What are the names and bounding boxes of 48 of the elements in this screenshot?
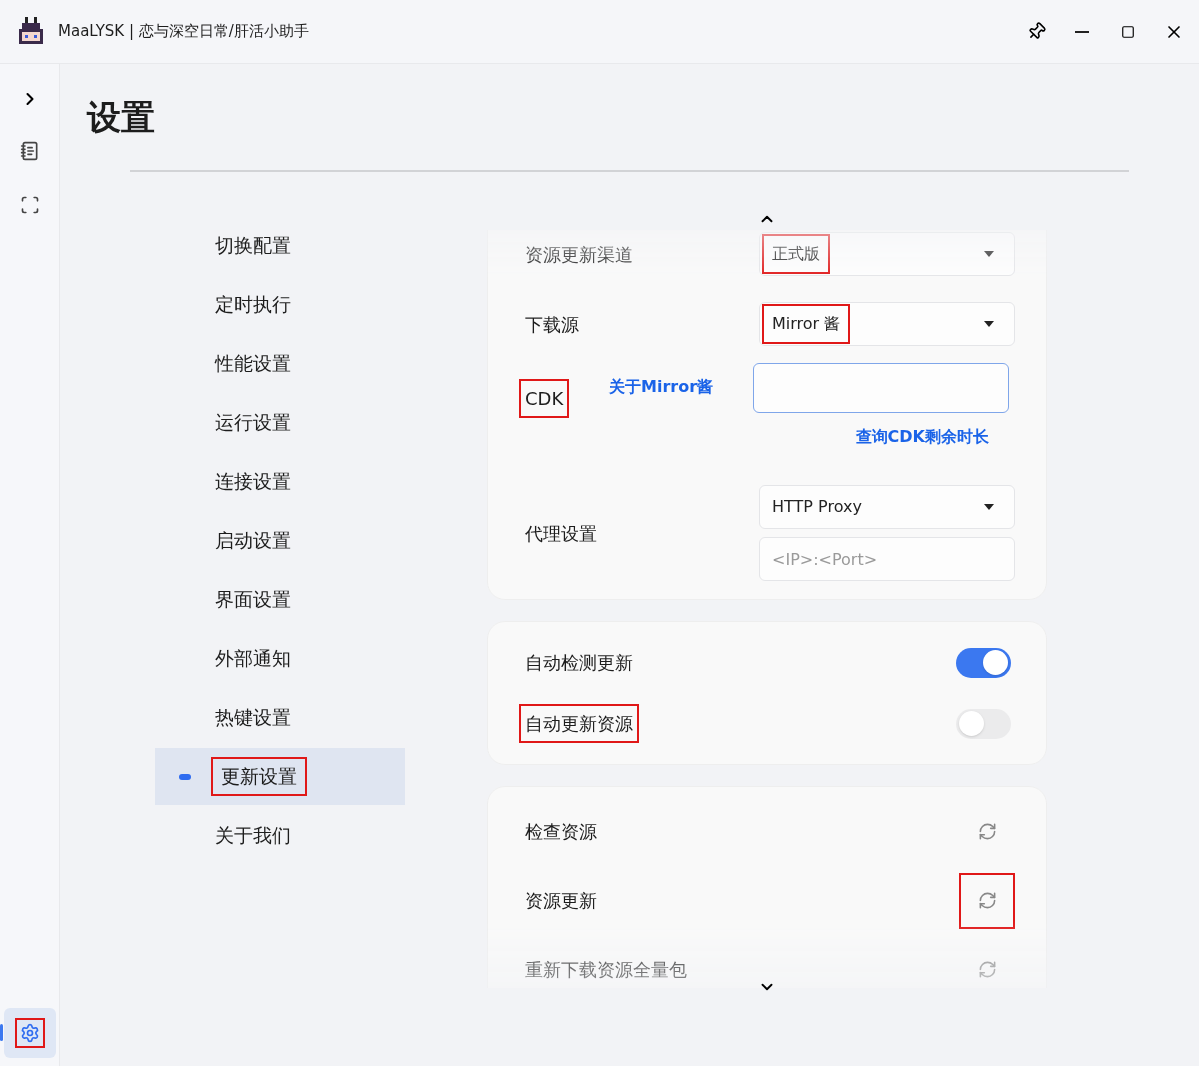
checklist-icon: [19, 141, 40, 161]
nav-item[interactable]: 更新设置: [155, 748, 405, 805]
settings-button[interactable]: [3, 1008, 56, 1058]
nav-item[interactable]: 连接设置: [155, 453, 405, 510]
dropdown[interactable]: HTTP Proxy: [759, 485, 1015, 529]
settings-icon: [19, 1023, 40, 1043]
proxy-address-field[interactable]: <IP>:<Port>: [759, 537, 1015, 581]
window-title: MaaLYSK | 恋与深空日常/肝活小助手: [58, 21, 309, 43]
setting-label: 自动检测更新: [524, 651, 634, 675]
dropdown-value: HTTP Proxy: [771, 496, 863, 518]
app-logo-icon: [16, 16, 46, 47]
setting-label: 下载源: [524, 312, 580, 337]
nav-item[interactable]: 启动设置: [155, 512, 405, 569]
setting-label: 自动更新资源: [519, 704, 639, 743]
refresh-icon: [977, 891, 997, 910]
nav-item[interactable]: 界面设置: [155, 571, 405, 628]
nav-item[interactable]: 定时执行: [155, 276, 405, 333]
minimize-icon: [1075, 30, 1089, 33]
cdk-input[interactable]: [753, 363, 1009, 413]
toggle-switch[interactable]: [956, 647, 1011, 678]
refresh-icon: [977, 960, 997, 979]
nav-item[interactable]: 外部通知: [155, 630, 405, 687]
dropdown-value: Mirror 酱: [762, 304, 851, 344]
setting-label: 重新下载资源全量包: [524, 958, 688, 982]
setting-label: 代理设置: [524, 521, 598, 546]
caret-icon: [984, 504, 994, 510]
frame-corners-icon: [19, 195, 40, 215]
dropdown[interactable]: Mirror 酱: [759, 302, 1015, 346]
nav-item[interactable]: 运行设置: [155, 394, 405, 451]
toggle-switch[interactable]: [956, 708, 1011, 739]
about-link[interactable]: 关于Mirror酱: [609, 377, 714, 396]
page-title: 设置: [87, 100, 156, 134]
setting-label: 检查资源: [524, 820, 598, 844]
setting-label: CDK: [519, 379, 570, 418]
nav-item[interactable]: 热键设置: [155, 689, 405, 746]
caret-icon: [984, 321, 994, 327]
refresh-icon: [977, 822, 997, 841]
nav-item[interactable]: 性能设置: [155, 335, 405, 392]
setting-label: 资源更新: [524, 889, 598, 913]
maximize-icon: [1121, 24, 1135, 39]
nav-item[interactable]: 关于我们: [155, 807, 405, 864]
nav-item[interactable]: 切换配置: [155, 217, 405, 274]
refresh-button[interactable]: [959, 872, 1015, 929]
setting-label: 资源更新渠道: [524, 242, 634, 267]
caret-icon: [984, 251, 994, 257]
query-link[interactable]: 查询CDK剩余时长: [855, 425, 989, 449]
dropdown[interactable]: 正式版: [759, 232, 1015, 276]
dropdown-value: 正式版: [762, 234, 830, 274]
